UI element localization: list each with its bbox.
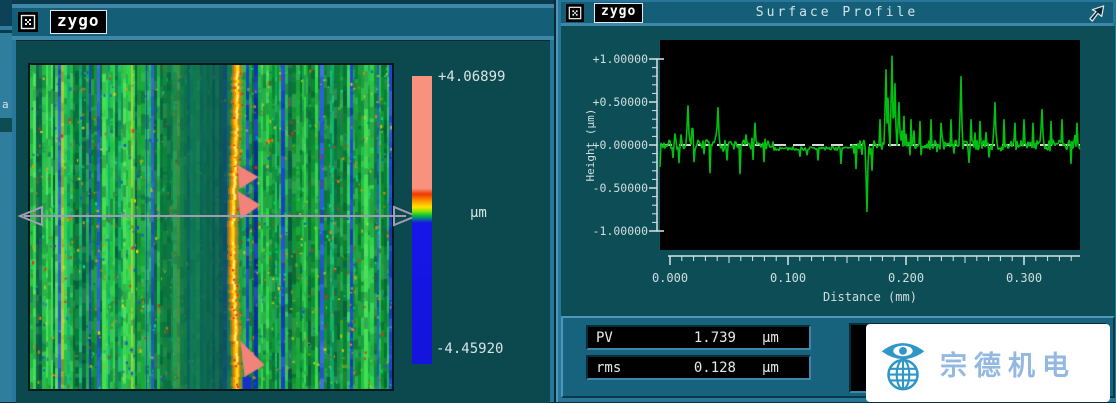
window-title: Surface Profile	[561, 2, 1113, 23]
profile-plot-panel: Height (µm) +1.00000 +0.50000 +0.00000 -0.5…	[561, 26, 1115, 316]
x-axis-label: Distance (mm)	[660, 290, 1080, 304]
svg-text:+0.00000: +0.00000	[593, 138, 648, 152]
svg-text:0.200: 0.200	[888, 271, 924, 285]
surface-profile-titlebar[interactable]: zygo Surface Profile	[561, 2, 1113, 23]
pv-readout: PV 1.739 µm	[586, 325, 811, 350]
svg-text:0.300: 0.300	[1006, 271, 1042, 285]
background-window-text: a	[2, 98, 9, 111]
svg-text:-1.00000: -1.00000	[593, 224, 648, 238]
window-menu-icon[interactable]	[566, 4, 584, 22]
zygo-logo: zygo	[50, 10, 107, 34]
surface-map-titlebar[interactable]: zygo	[12, 8, 554, 36]
svg-text:+1.00000: +1.00000	[593, 52, 648, 66]
colorbar-min-label: -4.45920	[436, 341, 503, 357]
background-window-box	[0, 118, 12, 132]
svg-text:0.000: 0.000	[652, 271, 688, 285]
svg-text:-0.50000: -0.50000	[593, 181, 648, 195]
watermark-logo-icon	[874, 333, 932, 393]
profile-line-marker[interactable]	[16, 198, 422, 236]
colorbar-max-label: +4.06899	[438, 69, 505, 85]
y-axis-label: Height (µm)	[584, 85, 598, 205]
window-menu-icon[interactable]	[18, 12, 38, 32]
background-window-divider	[0, 30, 12, 33]
cursor-icon[interactable]	[1087, 4, 1107, 23]
height-colorbar	[412, 76, 432, 364]
dither-box-icon	[568, 6, 582, 20]
pv-label: PV	[596, 330, 650, 346]
pv-value: 1.739	[650, 330, 736, 346]
surface-profile-chart: +1.00000 +0.50000 +0.00000 -0.50000 -1.00000…	[561, 26, 1115, 316]
rms-readout: rms 0.128 µm	[586, 355, 811, 380]
svg-text:0.100: 0.100	[770, 271, 806, 285]
desktop: a zygo	[0, 0, 1116, 402]
watermark-text: 宗德机电	[940, 344, 1076, 383]
zygo-logo: zygo	[594, 3, 643, 23]
background-window-shadow	[0, 0, 12, 26]
surface-map-content: +4.06899 µm -4.45920	[16, 40, 550, 403]
rms-value: 0.128	[650, 360, 736, 376]
svg-text:+0.50000: +0.50000	[593, 95, 648, 109]
dither-box-icon	[20, 14, 36, 30]
rms-label: rms	[596, 360, 650, 376]
surface-map-window: zygo +4.06899 µm -4.45920	[12, 0, 556, 402]
rms-unit: µm	[736, 360, 801, 376]
background-window-edge: a	[0, 0, 12, 402]
colorbar-unit-label: µm	[470, 205, 487, 221]
pv-unit: µm	[736, 330, 801, 346]
watermark: 宗德机电	[866, 324, 1110, 402]
